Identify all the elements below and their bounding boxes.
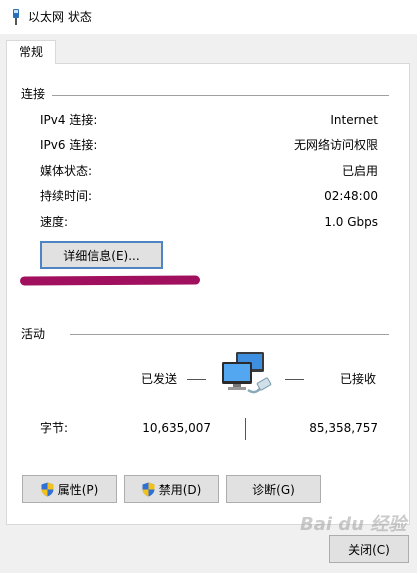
disable-button-label: 禁用(D) <box>158 482 202 497</box>
media-state-value: 已启用 <box>341 164 378 178</box>
close-button[interactable]: 关闭(C) <box>329 535 409 563</box>
highlight-annotation-mark <box>19 275 201 286</box>
tab-panel-general <box>6 63 410 525</box>
ipv4-connectivity-label: IPv4 连接: <box>40 113 98 127</box>
properties-button-label: 属性(P) <box>57 482 99 497</box>
tab-general[interactable]: 常规 <box>6 40 56 64</box>
bytes-received-value: 85,358,757 <box>309 421 378 435</box>
received-dash <box>285 379 304 380</box>
uac-shield-icon <box>142 482 155 496</box>
speed-value: 1.0 Gbps <box>324 215 378 229</box>
properties-button[interactable]: 属性(P) <box>22 475 117 503</box>
speed-label: 速度: <box>40 215 69 229</box>
details-button[interactable]: 详细信息(E)... <box>40 241 163 269</box>
connection-group-line <box>52 95 389 96</box>
sent-dash <box>187 379 206 380</box>
network-computers-icon <box>222 352 272 394</box>
bytes-label: 字节: <box>40 421 69 435</box>
bytes-sent-value: 10,635,007 <box>142 421 211 435</box>
disable-button[interactable]: 禁用(D) <box>124 475 219 503</box>
sent-label: 已发送 <box>141 372 178 386</box>
diagnose-button[interactable]: 诊断(G) <box>226 475 321 503</box>
media-state-label: 媒体状态: <box>40 164 93 178</box>
uac-shield-icon <box>41 482 54 496</box>
activity-group-line <box>70 334 389 335</box>
ipv6-connectivity-value: 无网络访问权限 <box>293 138 378 152</box>
activity-group-label: 活动 <box>21 327 46 341</box>
watermark: Bai du 经验 <box>300 514 407 535</box>
ethernet-adapter-icon <box>13 9 19 25</box>
duration-value: 02:48:00 <box>324 189 378 203</box>
window-title: 以太网 状态 <box>28 10 92 24</box>
ipv4-connectivity-value: Internet <box>330 113 378 127</box>
bytes-divider <box>245 418 246 440</box>
ipv6-connectivity-label: IPv6 连接: <box>40 138 98 152</box>
received-label: 已接收 <box>340 372 377 386</box>
connection-group-label: 连接 <box>21 87 46 101</box>
duration-label: 持续时间: <box>40 189 93 203</box>
